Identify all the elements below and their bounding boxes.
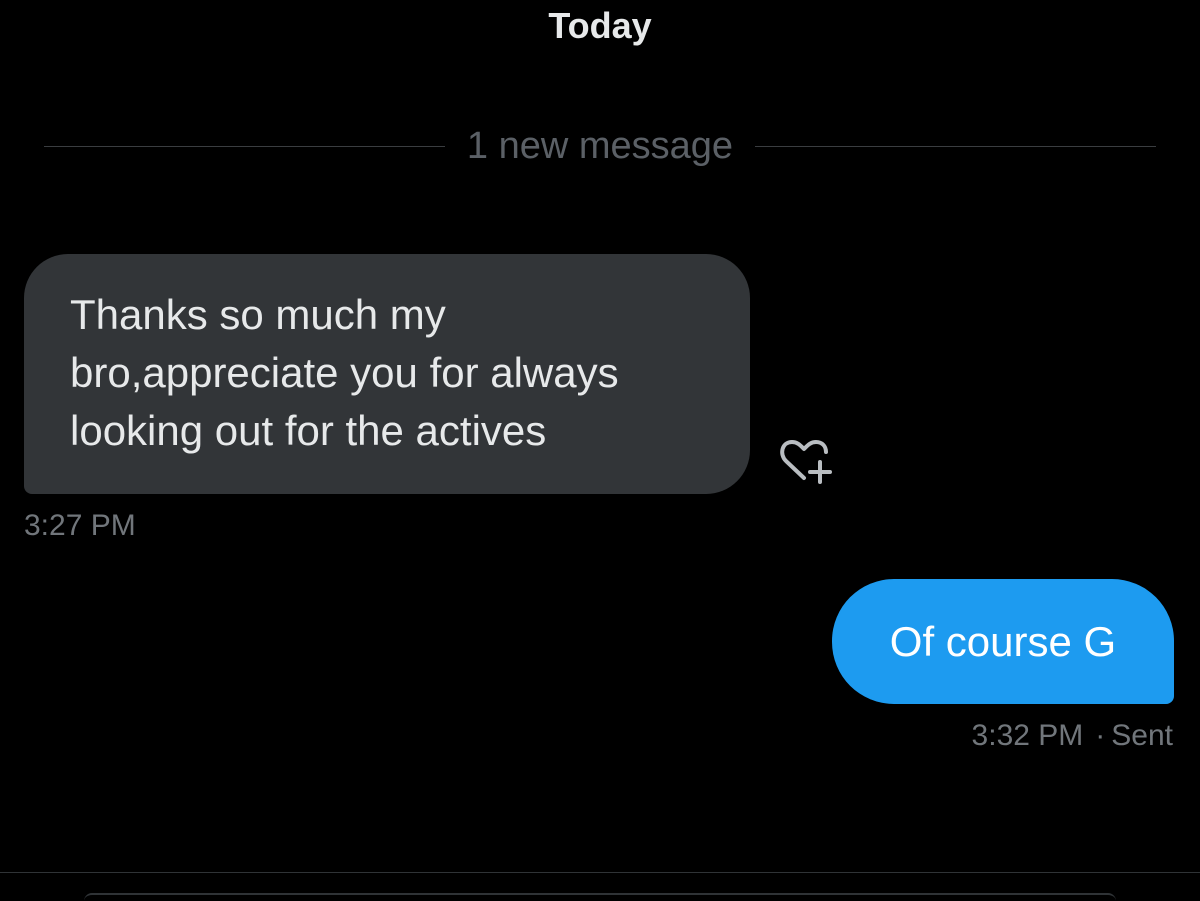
message-composer[interactable] — [84, 893, 1116, 901]
message-text-line: Thanks so much my — [70, 291, 446, 338]
composer-divider — [0, 872, 1200, 873]
outgoing-message-time: 3:32 PM — [971, 719, 1084, 752]
meta-separator: · — [1095, 719, 1106, 752]
message-text: Of course G — [889, 617, 1117, 665]
divider-line-right — [755, 145, 1156, 147]
message-text-line: looking out for the actives — [70, 407, 547, 454]
heart-plus-icon — [780, 440, 832, 484]
incoming-message-time: 3:27 PM — [24, 509, 136, 542]
message-text-line: bro,appreciate you for always — [70, 349, 619, 396]
incoming-message-bubble[interactable]: Thanks so much my bro,appreciate you for… — [24, 254, 750, 494]
new-message-divider: 1 new message — [44, 122, 1156, 170]
message-status: Sent — [1111, 719, 1173, 752]
date-header: Today — [548, 5, 652, 46]
outgoing-message-bubble[interactable]: Of course G — [832, 579, 1174, 704]
divider-line-left — [44, 145, 445, 147]
add-reaction-button[interactable] — [776, 432, 836, 492]
new-message-label: 1 new message — [466, 125, 734, 167]
outgoing-message-meta: 3:32 PM · Sent — [972, 716, 1173, 756]
